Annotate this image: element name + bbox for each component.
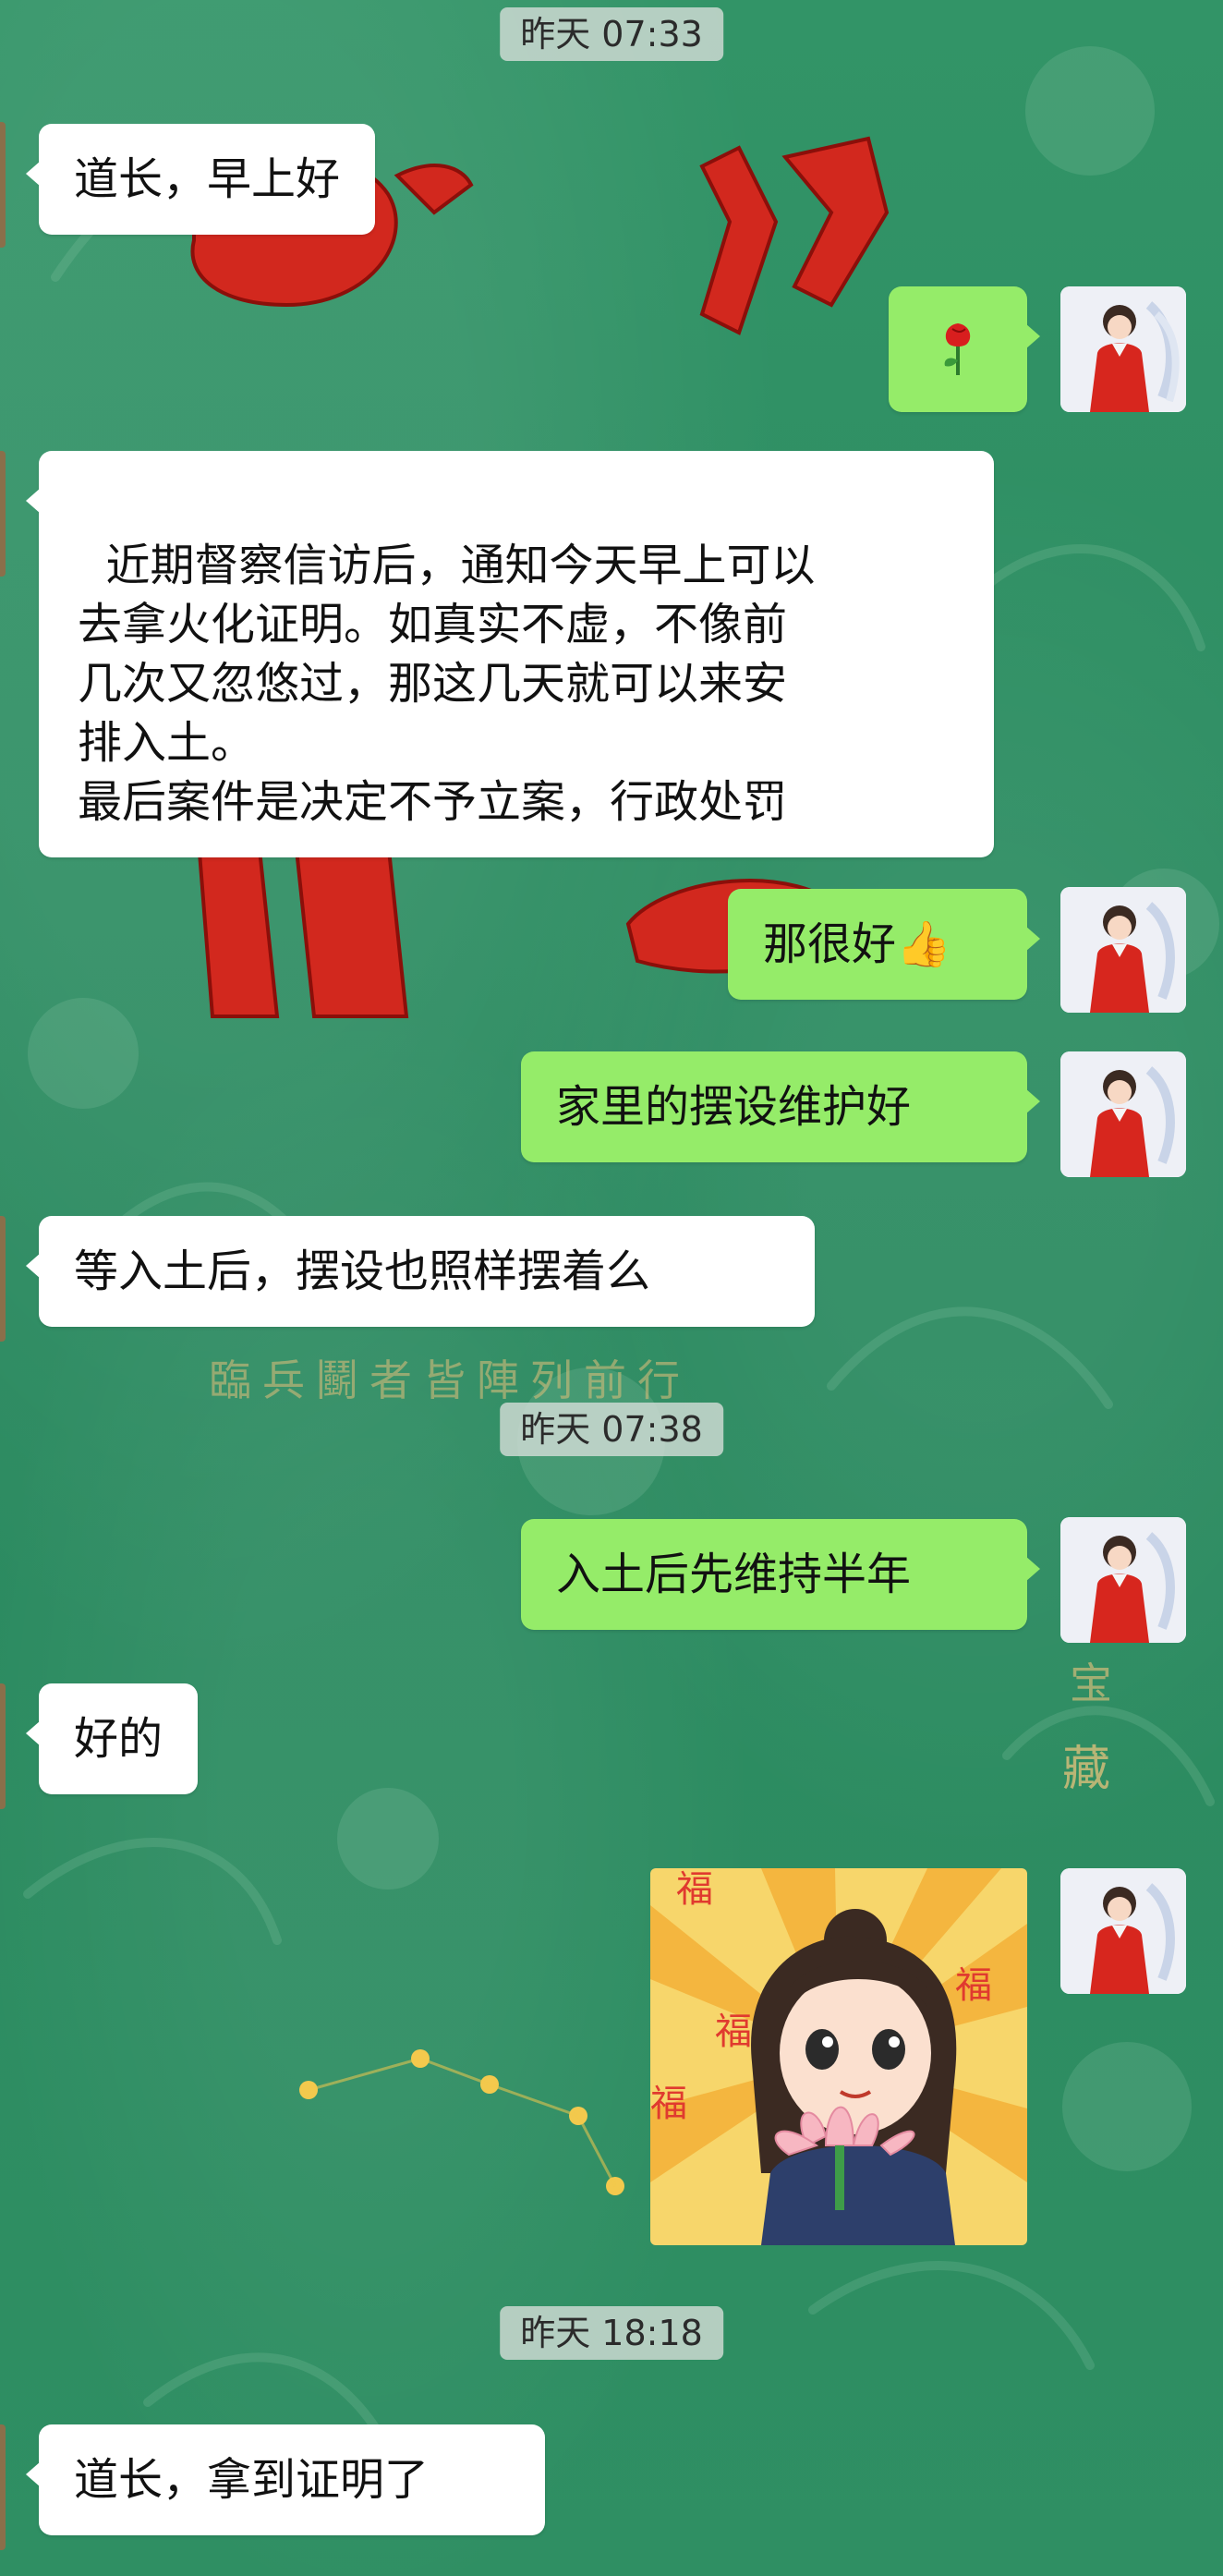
message-bubble-outgoing[interactable]: 入土后先维持半年 bbox=[521, 1519, 1040, 1630]
avatar-self[interactable] bbox=[1060, 887, 1186, 1013]
rose-emoji-icon bbox=[944, 323, 971, 375]
message-text: 家里的摆设维护好 bbox=[556, 1081, 912, 1133]
avatar-illustration-icon bbox=[1060, 887, 1186, 1013]
timestamp-pill: 昨天 07:33 bbox=[500, 7, 723, 61]
sticker-illustration-icon: 福 福 福 福 bbox=[650, 1868, 1027, 2245]
avatar-illustration-icon bbox=[1060, 1868, 1186, 1994]
message-bubble-outgoing[interactable] bbox=[889, 286, 1040, 412]
message-text: 道长，拿到证明了 bbox=[74, 2454, 430, 2506]
avatar-partial[interactable] bbox=[0, 122, 6, 248]
avatar-partial[interactable] bbox=[0, 451, 6, 577]
message-text: 等入土后，摆设也照样摆着么 bbox=[74, 1245, 651, 1297]
avatar-partial[interactable] bbox=[0, 1216, 6, 1342]
timestamp-pill: 昨天 07:38 bbox=[500, 1403, 723, 1456]
avatar-partial[interactable] bbox=[0, 2424, 6, 2550]
timestamp-pill: 昨天 18:18 bbox=[500, 2306, 723, 2360]
message-bubble-incoming[interactable]: 近期督察信访后，通知今天早上可以 去拿火化证明。如真实不虚，不像前 几次又忽悠过… bbox=[26, 451, 994, 857]
fu-character: 福 bbox=[650, 2083, 687, 2125]
message-bubble-incoming[interactable]: 等入土后，摆设也照样摆着么 bbox=[26, 1216, 815, 1327]
fu-character: 福 bbox=[715, 2011, 752, 2053]
message-bubble-outgoing[interactable]: 那很好👍 bbox=[728, 889, 1040, 1000]
avatar-self[interactable] bbox=[1060, 286, 1186, 412]
avatar-self[interactable] bbox=[1060, 1868, 1186, 1994]
avatar-partial[interactable] bbox=[0, 1683, 6, 1809]
message-bubble-incoming[interactable]: 道长，拿到证明了 bbox=[26, 2424, 545, 2535]
message-text: 好的 bbox=[74, 1713, 163, 1765]
fu-character: 福 bbox=[676, 1868, 713, 1911]
avatar-self[interactable] bbox=[1060, 1051, 1186, 1177]
message-text: 道长，早上好 bbox=[74, 153, 341, 205]
message-bubble-incoming[interactable]: 道长，早上好 bbox=[25, 124, 376, 235]
message-text: 那很好👍 bbox=[763, 918, 951, 970]
avatar-illustration-icon bbox=[1060, 1517, 1186, 1643]
fu-character: 福 bbox=[955, 1964, 992, 2007]
message-bubble-incoming[interactable]: 好的 bbox=[25, 1683, 199, 1794]
message-text: 近期督察信访后，通知今天早上可以 去拿火化证明。如真实不虚，不像前 几次又忽悠过… bbox=[78, 540, 816, 828]
message-text: 入土后先维持半年 bbox=[556, 1549, 912, 1600]
lotus-girl-fu-sticker[interactable]: 福 福 福 福 bbox=[650, 1868, 1027, 2245]
message-bubble-outgoing[interactable]: 家里的摆设维护好 bbox=[521, 1051, 1040, 1162]
avatar-self[interactable] bbox=[1060, 1517, 1186, 1643]
avatar-illustration-icon bbox=[1060, 286, 1186, 412]
avatar-illustration-icon bbox=[1060, 1051, 1186, 1177]
